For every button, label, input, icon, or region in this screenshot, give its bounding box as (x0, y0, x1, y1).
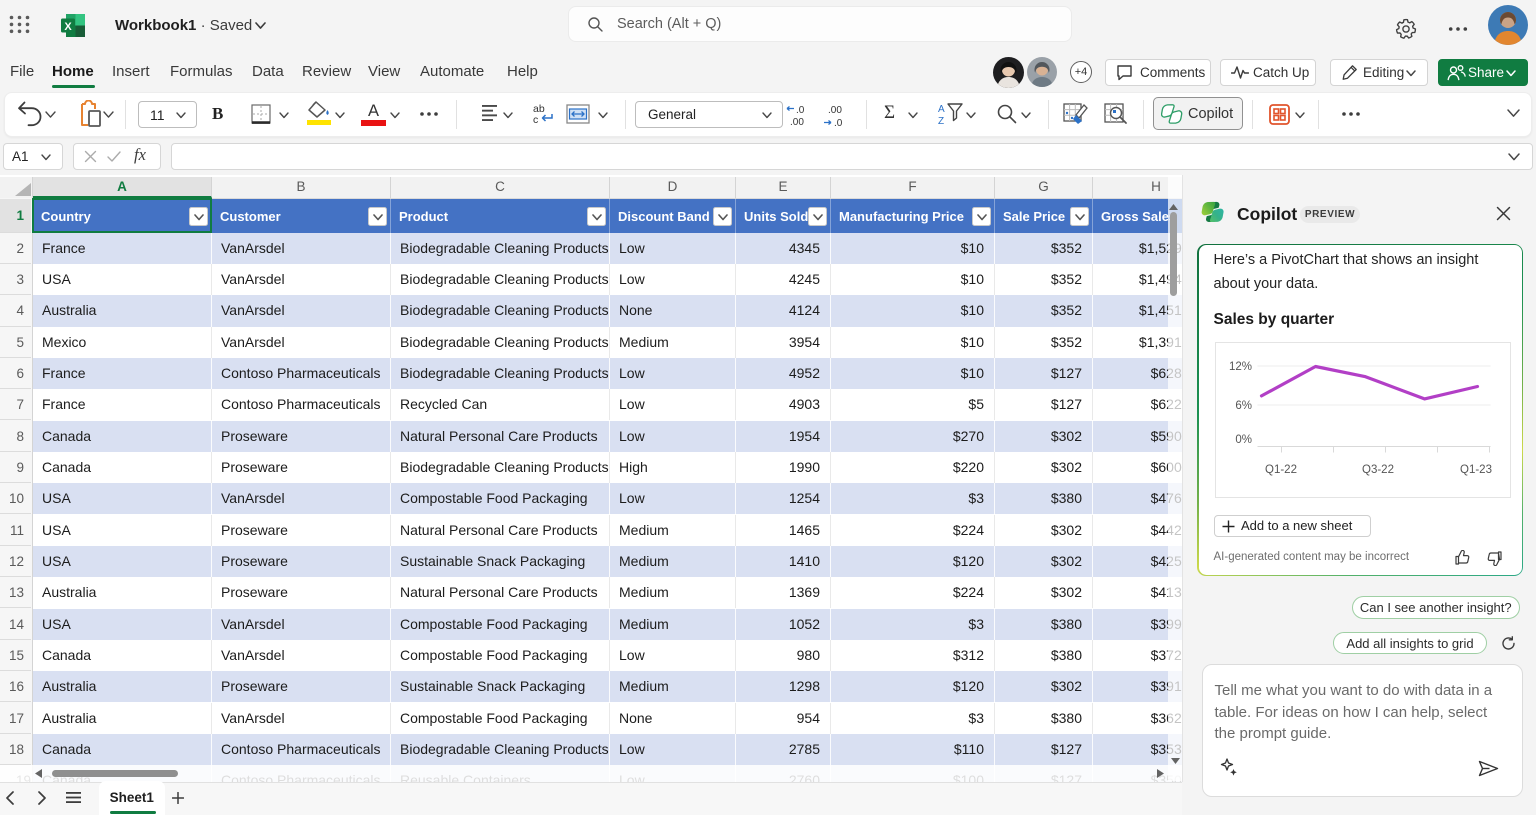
svg-text:.0: .0 (796, 105, 805, 116)
svg-text:A: A (938, 104, 945, 115)
svg-text:Q3-22: Q3-22 (1362, 464, 1394, 476)
svg-text:X: X (64, 21, 72, 33)
svg-text:.00: .00 (790, 117, 804, 128)
svg-text:Z: Z (938, 116, 944, 126)
svg-text:6%: 6% (1235, 400, 1252, 412)
svg-text:Q1-23: Q1-23 (1460, 464, 1492, 476)
svg-text:12%: 12% (1228, 361, 1251, 373)
svg-text:0%: 0% (1235, 434, 1252, 446)
svg-text:c: c (533, 114, 538, 126)
svg-text:Q1-22: Q1-22 (1265, 464, 1297, 476)
svg-text:.0: .0 (834, 118, 843, 128)
svg-text:.00: .00 (828, 105, 842, 116)
